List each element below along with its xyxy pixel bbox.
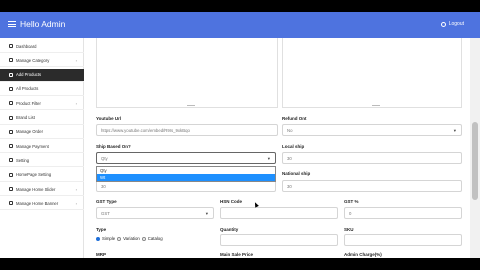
hsn-code-input[interactable] xyxy=(220,207,338,219)
top-header: Hello Admin Logout xyxy=(0,12,480,38)
sidebar-item-manage-category[interactable]: Manage Category › xyxy=(0,54,84,68)
sidebar-item-manage-home-slider[interactable]: Manage Home Slider › xyxy=(0,183,84,196)
menu-item-icon xyxy=(9,187,13,191)
radio-simple[interactable] xyxy=(96,236,100,241)
sidebar-item-label: All Products xyxy=(16,86,39,92)
chevron-down-icon: ▾ xyxy=(205,211,208,216)
type-label: Type xyxy=(96,227,107,232)
radio-catalog-label: Catalog xyxy=(147,236,163,241)
quantity-input[interactable] xyxy=(220,234,338,246)
menu-item-icon xyxy=(9,86,13,91)
chevron-down-icon: ▾ xyxy=(453,128,456,133)
sidebar-item-label: Dashboard xyxy=(16,43,37,49)
sidebar-item-add-products[interactable]: Add Products xyxy=(0,68,84,82)
sku-label: SKU xyxy=(344,227,354,232)
sidebar-item-label: Manage Category xyxy=(16,57,50,63)
radio-variation-label: Variation xyxy=(123,236,140,241)
chevron-down-icon: ▾ xyxy=(267,156,270,161)
refund-ont-select[interactable]: No ▾ xyxy=(282,124,462,136)
menu-item-icon xyxy=(9,72,13,77)
admin-charge-label: Admin Charge(%) xyxy=(344,252,382,257)
type-radio-group: Simple Variation Catalog xyxy=(96,236,163,241)
menu-item-icon xyxy=(9,129,13,134)
admin-app: Hello Admin Logout Dashboard Manage Categ… xyxy=(0,12,480,258)
sidebar-item-manage-payment[interactable]: Manage Payment xyxy=(0,140,84,154)
chevron-right-icon: › xyxy=(75,57,77,63)
sidebar-item-dashboard[interactable]: Dashboard xyxy=(0,40,84,53)
resize-handle[interactable] xyxy=(187,104,195,106)
screen: Hello Admin Logout Dashboard Manage Categ… xyxy=(0,0,480,270)
sidebar-item-setting[interactable]: Setting xyxy=(0,154,84,168)
scrollbar-thumb[interactable] xyxy=(472,122,478,200)
local-ship-label: Local ship xyxy=(282,144,305,149)
menu-item-icon xyxy=(9,101,13,106)
chevron-right-icon: › xyxy=(75,186,77,192)
radio-variation[interactable] xyxy=(117,236,122,241)
menu-item-icon xyxy=(9,58,13,63)
gst-percent-label: GST % xyxy=(344,199,359,204)
sidebar-item-label: Manage Order xyxy=(16,129,43,135)
logout-label: Logout xyxy=(448,21,464,27)
menu-item-icon xyxy=(9,44,13,48)
menu-item-icon xyxy=(9,158,13,163)
sidebar-item-all-products[interactable]: All Products xyxy=(0,83,84,96)
sidebar-item-label: Manage Payment xyxy=(16,143,49,149)
sidebar-item-label: Manage Home Slider xyxy=(16,186,56,192)
main-content: Youtube Url https://www.youtube.com/embe… xyxy=(84,38,470,258)
sidebar-item-product-filter[interactable]: Product Filter › xyxy=(0,97,84,111)
chevron-right-icon: › xyxy=(75,100,77,106)
sidebar-item-homepage-setting[interactable]: HomePage Setting xyxy=(0,169,84,182)
sidebar-item-label: Setting xyxy=(16,157,30,163)
sku-input[interactable] xyxy=(344,234,462,246)
refund-ont-label: Refund Ont xyxy=(282,116,307,121)
chevron-right-icon: › xyxy=(75,200,77,206)
short-description-textarea[interactable] xyxy=(282,38,462,108)
menu-item-icon xyxy=(9,115,13,120)
brand: Hello Admin xyxy=(8,19,65,29)
app-title: Hello Admin xyxy=(20,19,66,29)
local-ship-input[interactable]: 30 xyxy=(282,152,462,164)
radio-catalog[interactable] xyxy=(141,236,146,241)
radio-simple-label: Simple xyxy=(102,236,116,241)
logout-link[interactable]: Logout xyxy=(440,21,464,27)
page-scrollbar[interactable] xyxy=(470,38,480,258)
sidebar-item-label: Product Filter xyxy=(16,100,41,106)
sidebar: Dashboard Manage Category › Add Products All… xyxy=(0,38,84,258)
sidebar-item-brand-list[interactable]: Brand List xyxy=(0,112,84,125)
dropdown-option-wt[interactable]: Wt xyxy=(97,174,275,181)
sidebar-item-label: Add Products xyxy=(16,72,42,78)
national-ship-input[interactable]: 30 xyxy=(282,180,462,192)
sidebar-item-label: Manage Home Banner xyxy=(16,200,59,206)
ship-based-on-dropdown: Qty Wt xyxy=(96,166,276,182)
youtube-url-input[interactable]: https://www.youtube.com/embed/R9Is_9xkBq… xyxy=(96,124,278,136)
menu-item-icon xyxy=(9,144,13,149)
power-icon xyxy=(440,21,446,27)
sidebar-item-label: Brand List xyxy=(16,115,35,120)
hamburger-menu-icon[interactable] xyxy=(8,21,16,27)
ship-based-on-label: Ship Based On? xyxy=(96,144,131,149)
ship-based-on-select[interactable]: Qty ▾ xyxy=(96,152,276,164)
menu-item-icon xyxy=(9,201,13,206)
sidebar-item-manage-home-banner[interactable]: Manage Home Banner › xyxy=(0,197,84,211)
mrp-label: MRP xyxy=(96,252,106,257)
main-sale-price-label: Main Sale Price xyxy=(220,252,254,257)
dropdown-option-qty[interactable]: Qty xyxy=(97,167,275,174)
sidebar-item-manage-order[interactable]: Manage Order xyxy=(0,126,84,139)
menu-item-icon xyxy=(9,172,13,177)
gst-percent-input[interactable]: 0 xyxy=(344,207,462,219)
sidebar-item-label: HomePage Setting xyxy=(16,172,52,178)
quantity-label: Quantity xyxy=(220,227,239,232)
gst-type-select[interactable]: GST ▾ xyxy=(96,207,214,219)
hsn-code-label: HSN Code xyxy=(220,199,243,204)
youtube-url-label: Youtube Url xyxy=(96,116,122,121)
description-textarea[interactable] xyxy=(96,38,278,108)
resize-handle[interactable] xyxy=(372,104,380,106)
national-ship-label: National ship xyxy=(282,171,311,176)
gst-type-label: GST Type xyxy=(96,199,117,204)
